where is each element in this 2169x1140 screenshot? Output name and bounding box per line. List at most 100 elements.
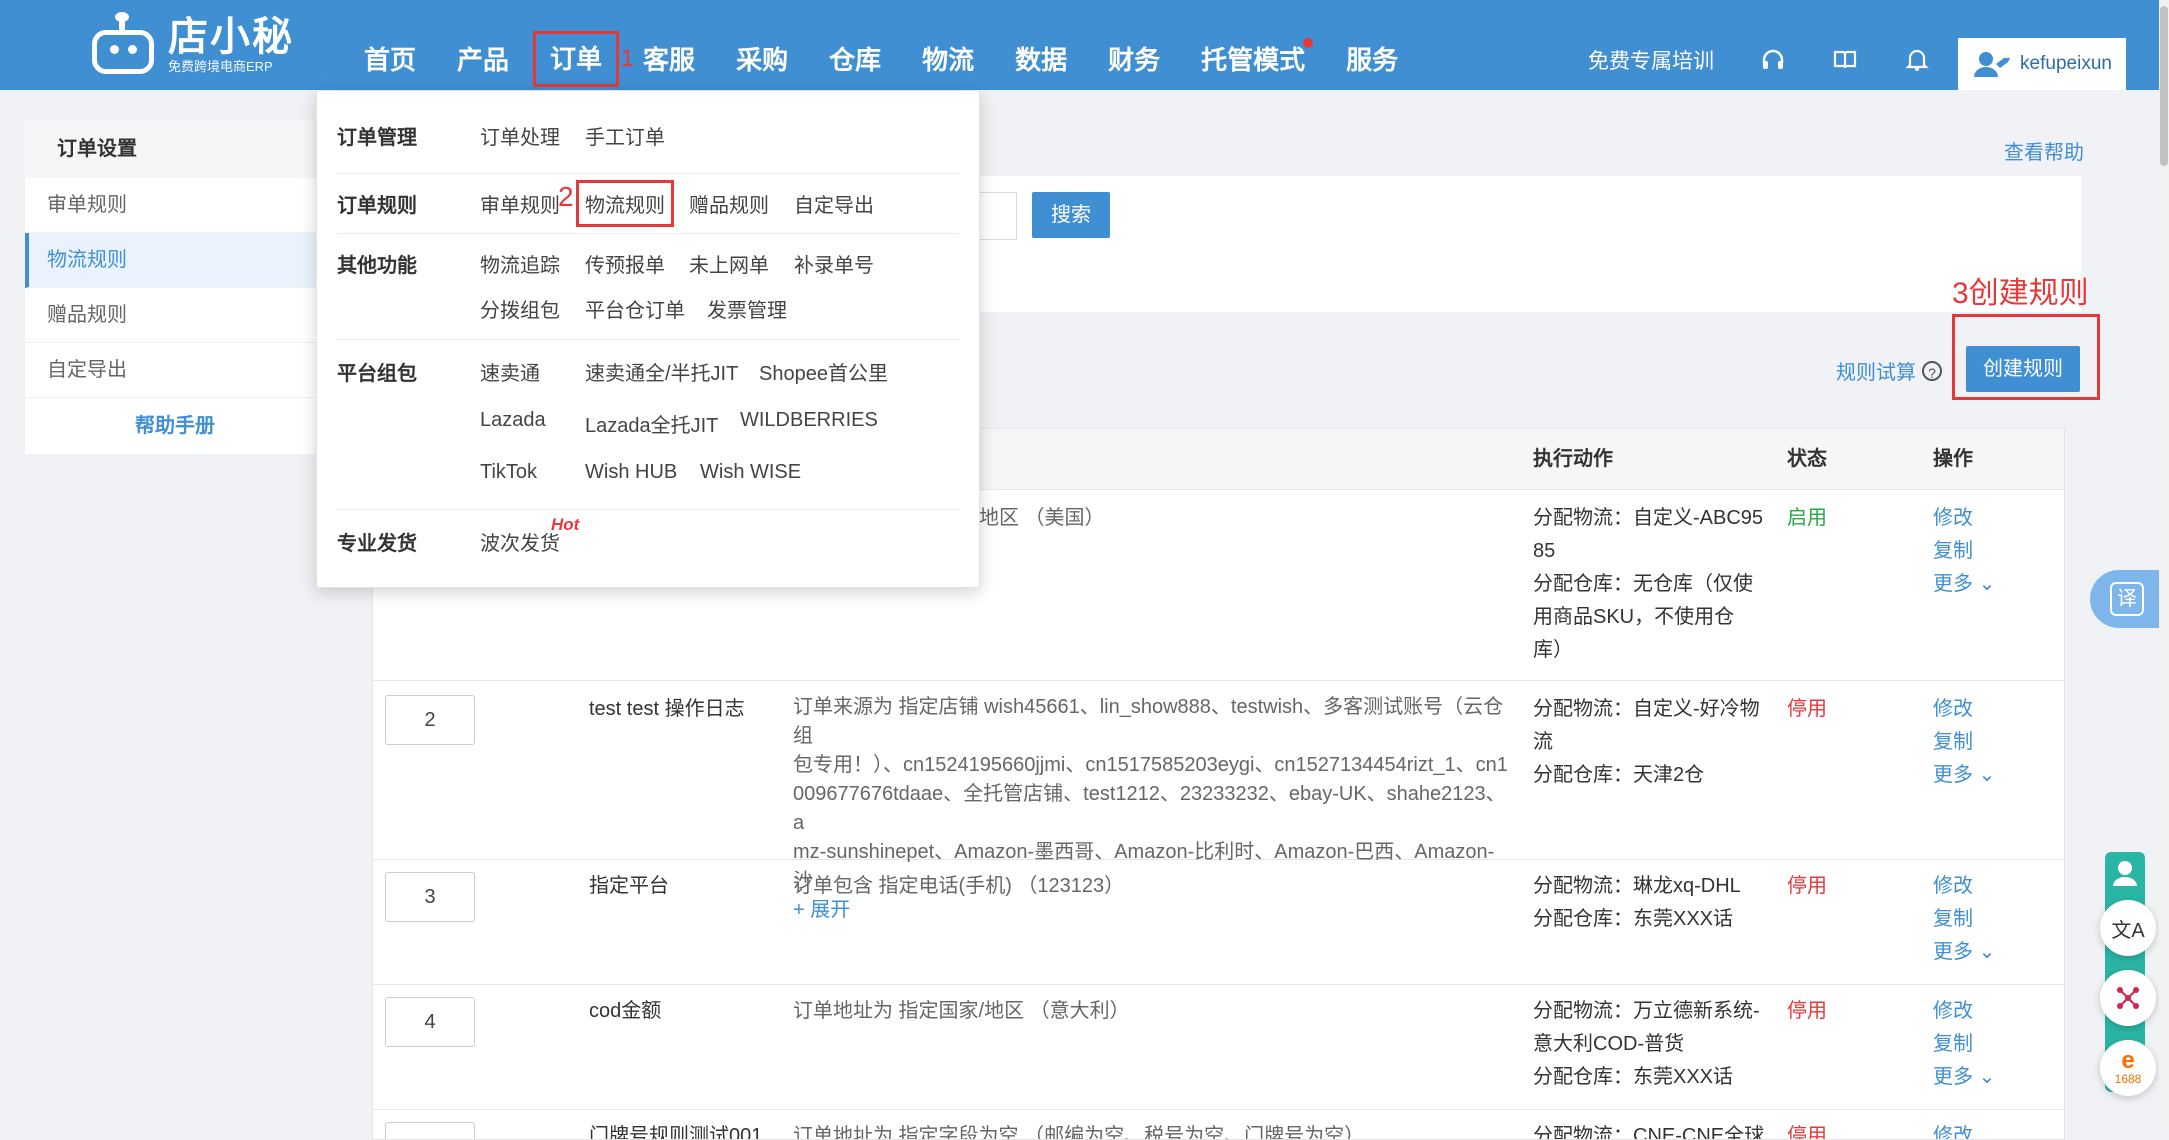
orders-dropdown-menu: 订单管理 订单处理 手工订单 订单规则 审单规则 2 物流规则 赠品规则 自定导… — [316, 90, 980, 588]
more-dropdown[interactable]: 更多 ⌄ — [1933, 936, 1995, 969]
row-actions: 修改 复制 更多 ⌄ — [1933, 693, 1995, 792]
order-settings-sidebar: 订单设置 审单规则 物流规则 赠品规则 自定导出 帮助手册 — [25, 120, 325, 454]
create-rule-button[interactable]: 创建规则 — [1966, 346, 2080, 392]
question-icon[interactable]: ? — [1922, 360, 1942, 381]
step-2-marker: 2 — [558, 181, 574, 212]
nav-home[interactable]: 首页 — [364, 30, 416, 90]
table-row: 4 cod金额 订单地址为 指定国家/地区 （意大利） 分配物流：万立德新系统-… — [373, 985, 2064, 1110]
sidebar-item-review-rules[interactable]: 审单规则 — [25, 178, 325, 233]
nav-finance[interactable]: 财务 — [1108, 30, 1160, 90]
status-badge: 停用 — [1787, 875, 1827, 897]
bell-icon[interactable] — [1902, 45, 1932, 75]
copy-link[interactable]: 复制 — [1933, 535, 1995, 568]
menu-item-wish-wise[interactable]: Wish WISE — [700, 461, 801, 484]
hot-badge: Hot — [551, 515, 580, 534]
brand-1688-icon[interactable]: e 1688 — [2100, 1040, 2156, 1096]
headset-icon[interactable] — [1758, 45, 1788, 75]
menu-item-lazada[interactable]: Lazada — [480, 409, 546, 432]
edit-link[interactable]: 修改 — [1933, 870, 1995, 903]
menu-item-add-tracking[interactable]: 补录单号 — [794, 249, 874, 278]
edit-link[interactable]: 修改 — [1933, 1120, 1973, 1139]
menu-item-logistics-tracking[interactable]: 物流追踪 — [480, 249, 560, 278]
page-scrollbar[interactable] — [2159, 0, 2169, 1131]
sidebar-item-gift-rules[interactable]: 赠品规则 — [25, 288, 325, 343]
menu-item-wish-hub[interactable]: Wish HUB — [585, 461, 677, 484]
rule-action: 分配物流：自定义-好冷物 流 分配仓库：天津2仓 — [1533, 698, 1760, 786]
free-training-link[interactable]: 免费专属培训 — [1588, 45, 1714, 75]
col-header-status: 状态 — [1787, 448, 1827, 470]
status-badge: 停用 — [1787, 1000, 1827, 1022]
dropdown-group-order-management: 订单管理 — [337, 127, 417, 149]
sidebar-item-logistics-rules[interactable]: 物流规则 — [25, 233, 325, 288]
user-account-menu[interactable]: kefupeixun — [1958, 38, 2126, 90]
more-dropdown[interactable]: 更多 ⌄ — [1933, 759, 1995, 792]
nav-warehouse[interactable]: 仓库 — [829, 30, 881, 90]
menu-item-gift-rules[interactable]: 赠品规则 — [689, 189, 769, 218]
menu-item-upload-forecast[interactable]: 传预报单 — [585, 249, 665, 278]
book-icon[interactable] — [1830, 45, 1860, 75]
sequence-input[interactable]: 2 — [385, 695, 475, 745]
menu-item-review-rules[interactable]: 审单规则 — [480, 189, 560, 218]
nav-managed-mode-label: 托管模式 — [1201, 45, 1306, 75]
nav-managed-mode[interactable]: 托管模式 — [1201, 30, 1314, 90]
rule-condition: 订单包含 指定电话(手机) （123123） — [793, 875, 1125, 897]
menu-item-invoice-management[interactable]: 发票管理 — [707, 294, 787, 323]
more-dropdown[interactable]: 更多 ⌄ — [1933, 1061, 1995, 1094]
menu-item-aliexpress[interactable]: 速卖通 — [480, 357, 540, 386]
more-dropdown[interactable]: 更多 ⌄ — [1933, 568, 1995, 601]
copy-link[interactable]: 复制 — [1933, 1028, 1995, 1061]
nav-logistics[interactable]: 物流 — [922, 30, 974, 90]
edit-link[interactable]: 修改 — [1933, 502, 1995, 535]
edit-link[interactable]: 修改 — [1933, 693, 1995, 726]
nav-data[interactable]: 数据 — [1015, 30, 1067, 90]
sequence-input[interactable]: 3 — [385, 872, 475, 922]
menu-item-wave-shipping[interactable]: 波次发货 — [480, 527, 560, 556]
translate-button[interactable]: 译 — [2090, 570, 2169, 628]
nav-purchasing[interactable]: 采购 — [736, 30, 788, 90]
menu-item-logistics-rules[interactable]: 物流规则 — [576, 180, 674, 227]
view-help-link[interactable]: 查看帮助 — [2004, 136, 2084, 165]
nav-orders[interactable]: 订单 1 — [533, 31, 634, 87]
menu-item-not-online[interactable]: 未上网单 — [689, 249, 769, 278]
copy-link[interactable]: 复制 — [1933, 903, 1995, 936]
nav-services[interactable]: 服务 — [1346, 30, 1398, 90]
edit-link[interactable]: 修改 — [1933, 995, 1995, 1028]
menu-item-wildberries[interactable]: WILDBERRIES — [740, 409, 878, 432]
dropdown-group-other-features: 其他功能 — [337, 255, 417, 277]
menu-item-order-processing[interactable]: 订单处理 — [480, 121, 560, 150]
col-header-action: 执行动作 — [1533, 448, 1613, 470]
network-icon[interactable] — [2100, 970, 2156, 1026]
menu-item-sort-pack[interactable]: 分拨组包 — [480, 294, 560, 323]
chevron-down-icon: ⌄ — [1978, 764, 1996, 786]
menu-item-aliexpress-jit[interactable]: 速卖通全/半托JIT — [585, 357, 738, 386]
help-manual-link[interactable]: 帮助手册 — [25, 398, 325, 454]
status-badge: 停用 — [1787, 1125, 1827, 1140]
rule-condition: 订单地址为 指定字段为空 （邮编为空、税号为空、门牌号为空） — [793, 1125, 1365, 1140]
sequence-input[interactable] — [385, 1122, 475, 1139]
dropdown-group-platform-pack: 平台组包 — [337, 363, 417, 385]
status-badge: 停用 — [1787, 698, 1827, 720]
username: kefupeixun — [2020, 53, 2112, 74]
rule-trial-link[interactable]: 规则试算 ? — [1836, 356, 1942, 385]
nav-products[interactable]: 产品 — [457, 30, 509, 90]
menu-item-manual-order[interactable]: 手工订单 — [585, 121, 665, 150]
table-row: 门牌号规则测试001 订单地址为 指定字段为空 （邮编为空、税号为空、门牌号为空… — [373, 1110, 2064, 1140]
logo[interactable]: 店小秘 免费跨境电商ERP — [86, 12, 294, 78]
sequence-input[interactable]: 4 — [385, 997, 475, 1047]
menu-item-shopee-first-mile[interactable]: Shopee首公里 — [759, 357, 888, 386]
menu-item-platform-warehouse-order[interactable]: 平台仓订单 — [585, 294, 685, 323]
menu-item-lazada-jit[interactable]: Lazada全托JIT — [585, 409, 718, 438]
status-badge: 启用 — [1787, 507, 1827, 529]
menu-item-tiktok[interactable]: TikTok — [480, 461, 537, 484]
copy-link[interactable]: 复制 — [1933, 726, 1995, 759]
menu-item-custom-export[interactable]: 自定导出 — [794, 189, 874, 218]
sidebar-item-custom-export[interactable]: 自定导出 — [25, 343, 325, 398]
main-nav: 首页 产品 订单 1 客服 采购 仓库 物流 数据 财务 托管模式 服务 — [364, 30, 1439, 90]
language-switch-icon[interactable]: 文A — [2100, 900, 2156, 956]
sidebar-title: 订单设置 — [25, 120, 325, 178]
search-button[interactable]: 搜索 — [1032, 192, 1110, 238]
row-actions: 修改 复制 更多 ⌄ — [1933, 995, 1995, 1094]
chevron-down-icon: ⌄ — [1978, 1066, 1996, 1088]
nav-orders-label: 订单 — [550, 44, 603, 74]
nav-customer-service[interactable]: 客服 — [643, 30, 695, 90]
